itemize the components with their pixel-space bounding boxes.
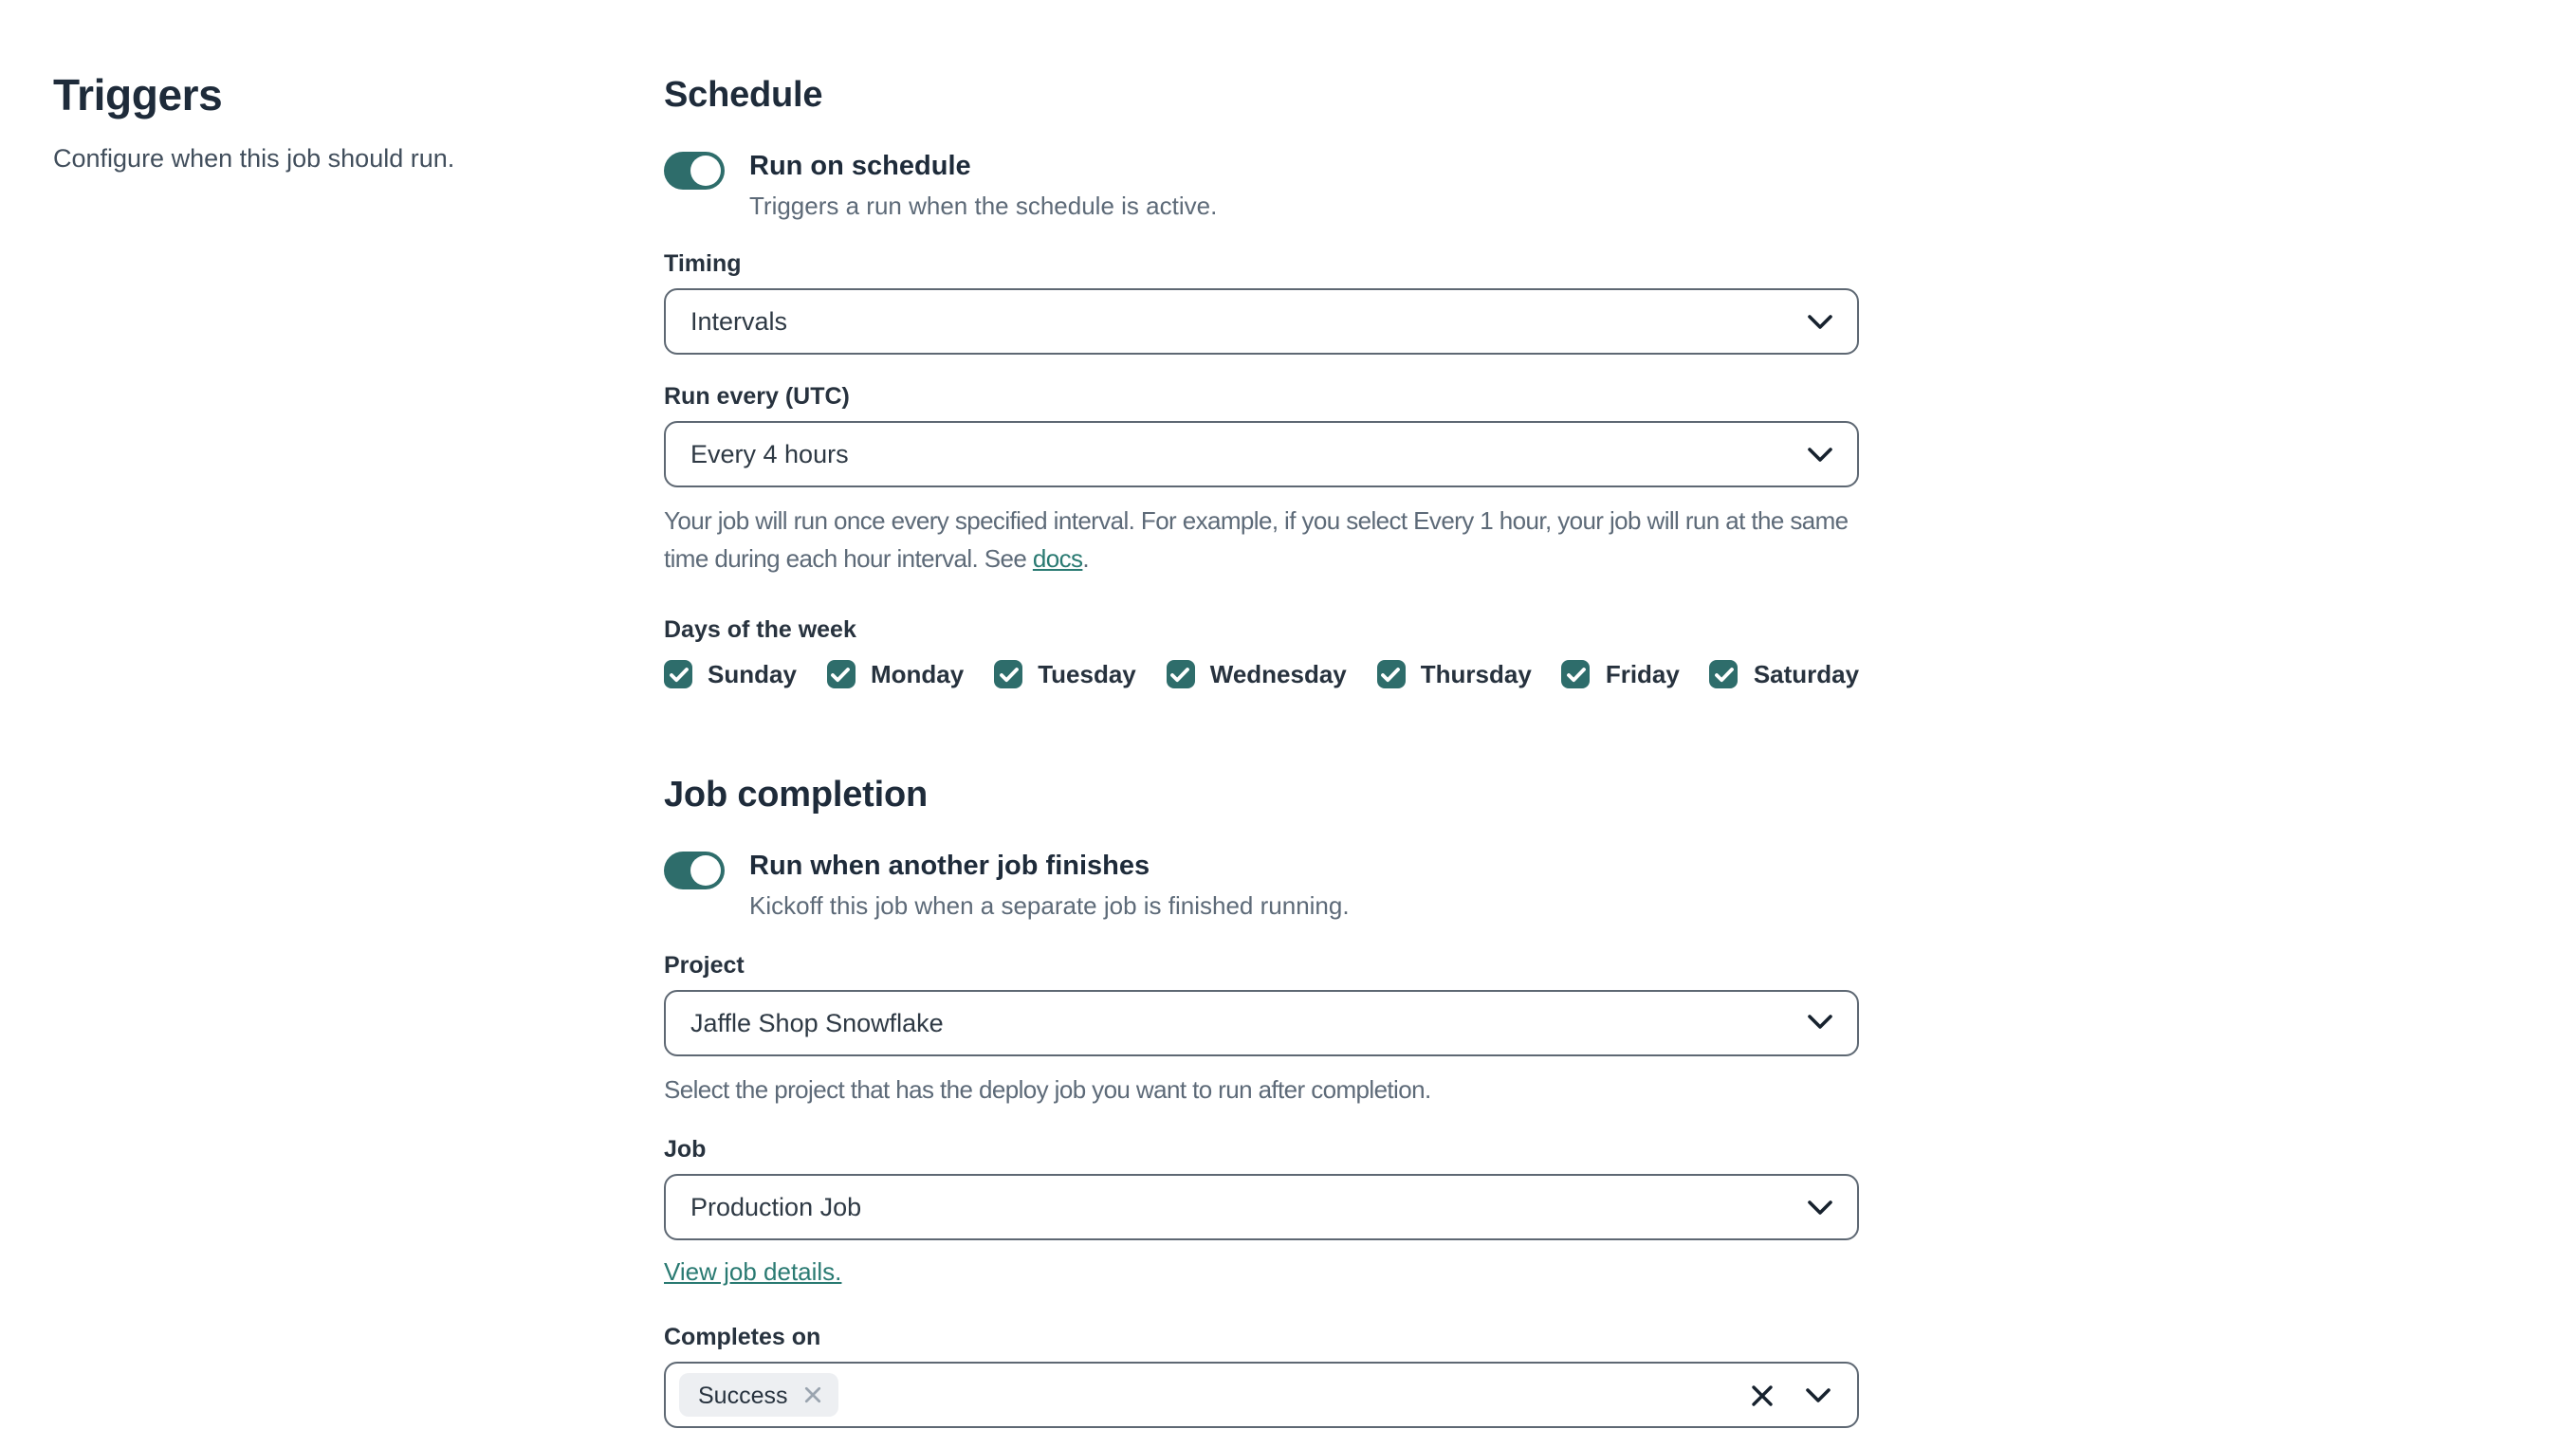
days-of-week-field: Days of the week Sunday Monday Tuesday W… <box>664 617 1859 689</box>
help-text-before: Your job will run once every specified i… <box>664 506 1849 573</box>
clear-selection-icon[interactable] <box>1751 1384 1774 1407</box>
chevron-down-icon <box>1808 314 1832 330</box>
run-when-job-finishes-row: Run when another job finishes Kickoff th… <box>664 851 1859 924</box>
check-icon <box>1714 667 1734 682</box>
check-icon <box>832 667 851 682</box>
view-job-details-link[interactable]: View job details. <box>664 1258 841 1287</box>
project-label: Project <box>664 951 745 979</box>
timing-label: Timing <box>664 250 742 278</box>
day-label: Saturday <box>1753 660 1860 689</box>
run-on-schedule-row: Run on schedule Triggers a run when the … <box>664 150 1859 223</box>
chevron-down-icon <box>1808 1200 1832 1216</box>
check-icon <box>1170 667 1190 682</box>
timing-field: Timing Intervals <box>664 251 1859 356</box>
triggers-summary-column: Triggers Configure when this job should … <box>0 0 664 178</box>
checkbox-checked <box>1166 660 1195 689</box>
toggle-knob <box>690 156 721 186</box>
run-every-selected-value: Every 4 hours <box>690 440 849 469</box>
day-label: Sunday <box>708 660 797 689</box>
day-label: Monday <box>870 660 965 689</box>
day-label: Thursday <box>1420 660 1532 689</box>
run-when-job-finishes-text: Run when another job finishes Kickoff th… <box>749 851 1350 924</box>
docs-link[interactable]: docs <box>1033 544 1083 573</box>
job-field: Job Production Job View job details. <box>664 1137 1859 1291</box>
checkbox-checked <box>664 660 692 689</box>
chip-label: Success <box>698 1382 788 1409</box>
run-every-select[interactable]: Every 4 hours <box>664 421 1859 488</box>
day-checkbox-saturday[interactable]: Saturday <box>1709 660 1860 689</box>
help-text-suffix: . <box>1082 543 1090 573</box>
days-of-week-label: Days of the week <box>664 616 856 644</box>
run-every-label: Run every (UTC) <box>664 383 850 411</box>
triggers-layout: Triggers Configure when this job should … <box>0 0 2576 1429</box>
job-completion-section: Job completion Run when another job fini… <box>664 777 1859 1429</box>
chevron-down-icon <box>1808 447 1832 463</box>
day-checkbox-wednesday[interactable]: Wednesday <box>1166 660 1347 689</box>
check-icon <box>669 667 688 682</box>
checkbox-checked <box>1376 660 1406 689</box>
day-checkbox-tuesday[interactable]: Tuesday <box>994 660 1136 689</box>
day-checkbox-sunday[interactable]: Sunday <box>664 660 797 689</box>
run-every-field: Run every (UTC) Every 4 hours Your job w… <box>664 384 1859 577</box>
chevron-down-icon[interactable] <box>1806 1387 1831 1403</box>
checkbox-checked <box>826 660 856 689</box>
days-of-week-row: Sunday Monday Tuesday Wednesday Thursday… <box>664 660 1860 689</box>
day-label: Tuesday <box>1038 660 1136 689</box>
check-icon <box>1381 667 1401 682</box>
schedule-section: Schedule Run on schedule Triggers a run … <box>664 76 1859 689</box>
run-when-job-finishes-toggle[interactable] <box>664 852 725 890</box>
project-field: Project Jaffle Shop Snowflake Select the… <box>664 952 1859 1108</box>
selected-option-chip: Success <box>679 1373 839 1418</box>
completes-on-label: Completes on <box>664 1324 821 1351</box>
page-title: Triggers <box>53 70 223 119</box>
check-icon <box>1566 667 1586 682</box>
checkbox-checked <box>1709 660 1739 689</box>
chevron-down-icon <box>1808 1015 1832 1031</box>
day-label: Wednesday <box>1209 660 1347 689</box>
day-label: Friday <box>1605 660 1680 689</box>
run-when-job-finishes-label: Run when another job finishes <box>749 852 1150 883</box>
page-description: Configure when this job should run. <box>53 144 455 173</box>
run-on-schedule-label: Run on schedule <box>749 152 971 182</box>
completes-on-multiselect[interactable]: Success <box>664 1362 1859 1429</box>
chip-remove-icon[interactable] <box>805 1387 822 1404</box>
project-select[interactable]: Jaffle Shop Snowflake <box>664 989 1859 1056</box>
schedule-heading: Schedule <box>664 76 823 116</box>
day-checkbox-friday[interactable]: Friday <box>1561 660 1680 689</box>
project-selected-value: Jaffle Shop Snowflake <box>690 1008 944 1037</box>
job-label: Job <box>664 1136 707 1163</box>
check-icon <box>999 667 1019 682</box>
job-settings-page: Triggers Configure when this job should … <box>0 0 2576 1429</box>
day-checkbox-thursday[interactable]: Thursday <box>1376 660 1532 689</box>
checkbox-checked <box>1561 660 1591 689</box>
project-help-text: Select the project that has the deploy j… <box>664 1074 1431 1104</box>
timing-selected-value: Intervals <box>690 307 788 337</box>
checkbox-checked <box>994 660 1023 689</box>
job-selected-value: Production Job <box>690 1193 862 1222</box>
completes-on-field: Completes on Success <box>664 1325 1859 1429</box>
toggle-knob <box>690 855 721 887</box>
run-every-help-text: Your job will run once every specified i… <box>664 504 1859 577</box>
multiselect-controls <box>1751 1384 1831 1407</box>
run-on-schedule-text: Run on schedule Triggers a run when the … <box>749 150 1217 223</box>
timing-select[interactable]: Intervals <box>664 288 1859 356</box>
run-on-schedule-toggle[interactable] <box>664 152 725 190</box>
day-checkbox-monday[interactable]: Monday <box>826 660 965 689</box>
triggers-form-column: Schedule Run on schedule Triggers a run … <box>664 0 1859 1429</box>
job-select[interactable]: Production Job <box>664 1174 1859 1241</box>
run-when-job-finishes-description: Kickoff this job when a separate job is … <box>749 891 1350 921</box>
job-completion-heading: Job completion <box>664 776 928 816</box>
run-on-schedule-description: Triggers a run when the schedule is acti… <box>749 191 1218 220</box>
